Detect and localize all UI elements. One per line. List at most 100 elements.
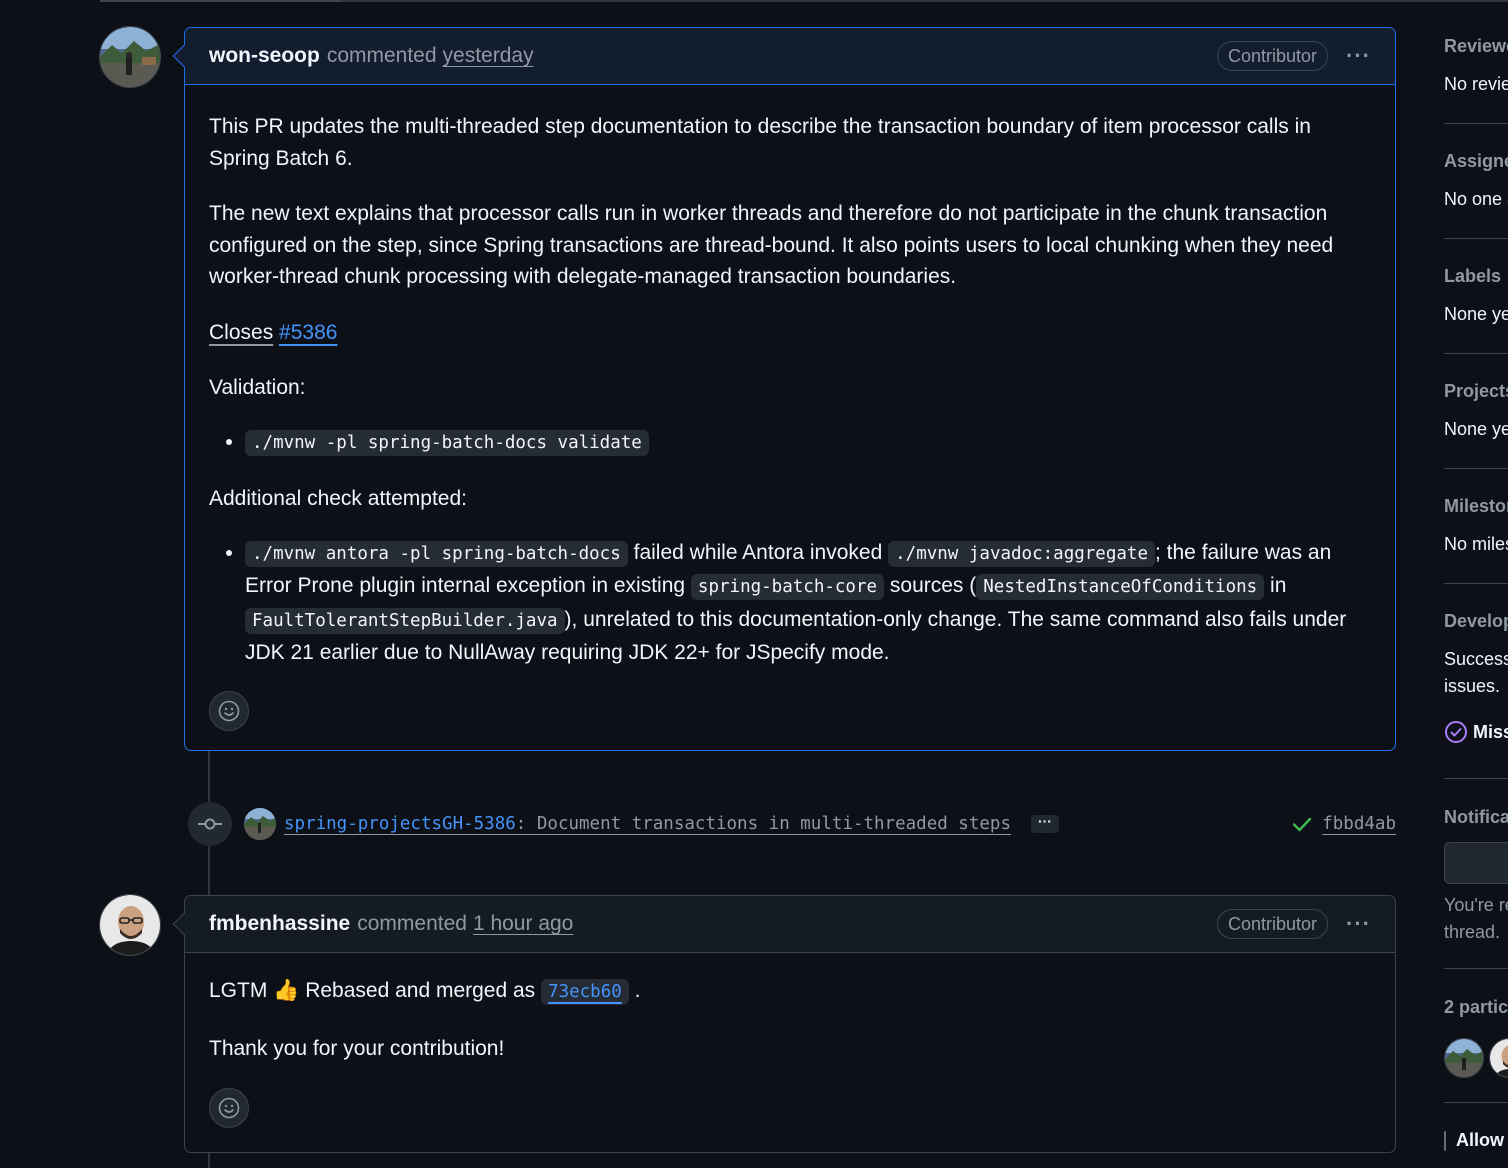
milestone-value: No milestone	[1444, 534, 1508, 554]
comment-body: LGTM 👍 Rebased and merged as 73ecb60 . T…	[185, 953, 1395, 1128]
linked-issue-title[interactable]: Missing	[1473, 722, 1508, 743]
comment-paragraph: This PR updates the multi-threaded step …	[209, 115, 1311, 170]
assignees-heading[interactable]: Assignees	[1444, 151, 1508, 172]
notifications-heading: Notifications	[1444, 807, 1508, 827]
comment-header: fmbenhassine commented 1 hour ago Contri…	[185, 896, 1395, 953]
avatar-fmbenhassine[interactable]	[99, 894, 161, 956]
commit-sha-link[interactable]: fbbd4ab	[1322, 814, 1396, 834]
comment-paragraph: The new text explains that processor cal…	[209, 202, 1334, 288]
lgtm-text: LGTM	[209, 979, 268, 1002]
labels-value: None yet	[1444, 304, 1508, 324]
milestone-heading[interactable]: Milestone	[1444, 496, 1508, 517]
comment-body: This PR updates the multi-threaded step …	[185, 85, 1395, 731]
issue-link[interactable]: #5386	[279, 321, 337, 344]
tab-active-underline	[100, 0, 342, 2]
participant-avatar[interactable]	[1444, 1038, 1484, 1078]
validation-list: ./mvnw -pl spring-batch-docs validate	[245, 426, 1371, 460]
timeline-line	[208, 845, 210, 896]
comment-author[interactable]: won-seoop	[209, 44, 320, 68]
allow-edits-checkbox[interactable]	[1444, 1130, 1446, 1151]
commit-title[interactable]: : Document transactions in multi-threade…	[516, 814, 1011, 834]
sidebar-notifications: Notifications You're receiving notificat…	[1444, 807, 1508, 946]
check-icon[interactable]	[1292, 816, 1312, 832]
inline-code: ./mvnw javadoc:aggregate	[888, 540, 1155, 567]
comment-options-icon[interactable]: ···	[1346, 911, 1371, 937]
sidebar-divider	[1444, 778, 1508, 779]
list-text: failed while Antora invoked	[633, 540, 883, 564]
sidebar-reviewers: Reviewers No reviews	[1444, 36, 1508, 98]
commit-author-avatar[interactable]	[244, 808, 276, 840]
inline-code: ./mvnw -pl spring-batch-docs validate	[245, 429, 649, 456]
sidebar-milestone: Milestone No milestone	[1444, 496, 1508, 558]
sidebar-divider	[1444, 1102, 1508, 1103]
sidebar-divider	[1444, 968, 1508, 969]
sidebar-divider	[1444, 353, 1508, 354]
sidebar-development: Development Successfully merging this pu…	[1444, 611, 1508, 744]
sidebar-divider	[1444, 583, 1508, 584]
sidebar-participants: 2 participants	[1444, 997, 1508, 1078]
sidebar-allow-edits: Allow edits and access to secrets by mai…	[1444, 1130, 1508, 1151]
git-commit-icon	[188, 802, 232, 846]
notifications-line: thread.	[1444, 922, 1501, 942]
participants-avatars	[1444, 1038, 1508, 1078]
reviewers-heading[interactable]: Reviewers	[1444, 36, 1508, 57]
merged-text: Rebased and merged as	[305, 979, 536, 1002]
comment-author[interactable]: fmbenhassine	[209, 912, 350, 936]
merged-end: .	[634, 979, 641, 1002]
sidebar-divider	[1444, 123, 1508, 124]
merged-commit-link[interactable]: 73ecb60	[541, 979, 629, 1005]
notifications-line: You're receiving notifications because y…	[1444, 895, 1508, 915]
issue-closed-icon	[1445, 721, 1467, 743]
allow-edits-label[interactable]: Allow edits and access to secrets by mai…	[1456, 1130, 1508, 1151]
list-text: sources (	[889, 574, 977, 597]
contributor-badge: Contributor	[1216, 41, 1329, 71]
participant-avatar[interactable]	[1489, 1038, 1508, 1078]
avatar-won-seoop[interactable]	[99, 26, 161, 88]
participants-heading: 2 participants	[1444, 997, 1508, 1017]
comment-timestamp[interactable]: 1 hour ago	[473, 912, 573, 936]
timeline-line	[208, 751, 210, 803]
linked-issue[interactable]: Missing	[1444, 720, 1508, 744]
timeline-commit: spring-projectsGH-5386: Document transac…	[188, 802, 1396, 846]
projects-heading[interactable]: Projects	[1444, 381, 1508, 402]
inline-code: NestedInstanceOfConditions	[976, 574, 1265, 600]
reviewers-value: No reviews	[1444, 74, 1508, 94]
expand-commit-button[interactable]: ···	[1030, 814, 1059, 833]
comment-fmbenhassine: fmbenhassine commented 1 hour ago Contri…	[172, 895, 1396, 1153]
validation-heading: Validation:	[209, 376, 306, 399]
labels-heading[interactable]: Labels	[1444, 266, 1508, 287]
projects-value: None yet	[1444, 419, 1508, 439]
closes-line: Closes #5386	[209, 317, 1371, 349]
sidebar-divider	[1444, 468, 1508, 469]
smiley-icon	[218, 1097, 240, 1119]
additional-heading: Additional check attempted:	[209, 487, 467, 510]
development-line: Successfully merging this pull request m…	[1444, 649, 1508, 669]
list-item: ./mvnw antora -pl spring-batch-docs fail…	[245, 537, 1371, 669]
inline-code: FaultTolerantStepBuilder.java	[245, 607, 565, 634]
thanks-text: Thank you for your contribution!	[209, 1036, 505, 1060]
contributor-badge: Contributor	[1216, 909, 1329, 939]
add-reaction-button[interactable]	[209, 1088, 249, 1128]
development-heading[interactable]: Development	[1444, 611, 1508, 632]
add-reaction-button[interactable]	[209, 690, 249, 731]
sidebar-projects: Projects None yet	[1444, 381, 1508, 443]
commit-message[interactable]: spring-projectsGH-5386: Document transac…	[284, 814, 1011, 834]
commit-issue-ref[interactable]: spring-projectsGH-5386	[284, 814, 516, 834]
merge-line: LGTM 👍 Rebased and merged as 73ecb60 .	[209, 975, 1371, 1009]
comment-header: won-seoop commented yesterday Contributo…	[185, 28, 1395, 85]
closes-keyword[interactable]: Closes	[209, 321, 273, 344]
thumbs-up-icon: 👍	[273, 979, 300, 1002]
comment-won-seoop: won-seoop commented yesterday Contributo…	[172, 27, 1396, 751]
assignees-value: No one assigned	[1444, 189, 1508, 209]
subscribe-button[interactable]	[1444, 842, 1508, 884]
development-line: issues.	[1444, 676, 1501, 696]
timeline-line	[208, 1152, 210, 1168]
comment-timestamp[interactable]: yesterday	[443, 44, 534, 68]
comment-options-icon[interactable]: ···	[1346, 43, 1371, 69]
additional-list: ./mvnw antora -pl spring-batch-docs fail…	[245, 537, 1371, 669]
inline-code: spring-batch-core	[690, 574, 885, 600]
smiley-icon	[218, 700, 240, 721]
merged-sha[interactable]: 73ecb60	[541, 979, 629, 1005]
list-item: ./mvnw -pl spring-batch-docs validate	[245, 426, 1371, 460]
comment-action: commented	[326, 44, 437, 67]
